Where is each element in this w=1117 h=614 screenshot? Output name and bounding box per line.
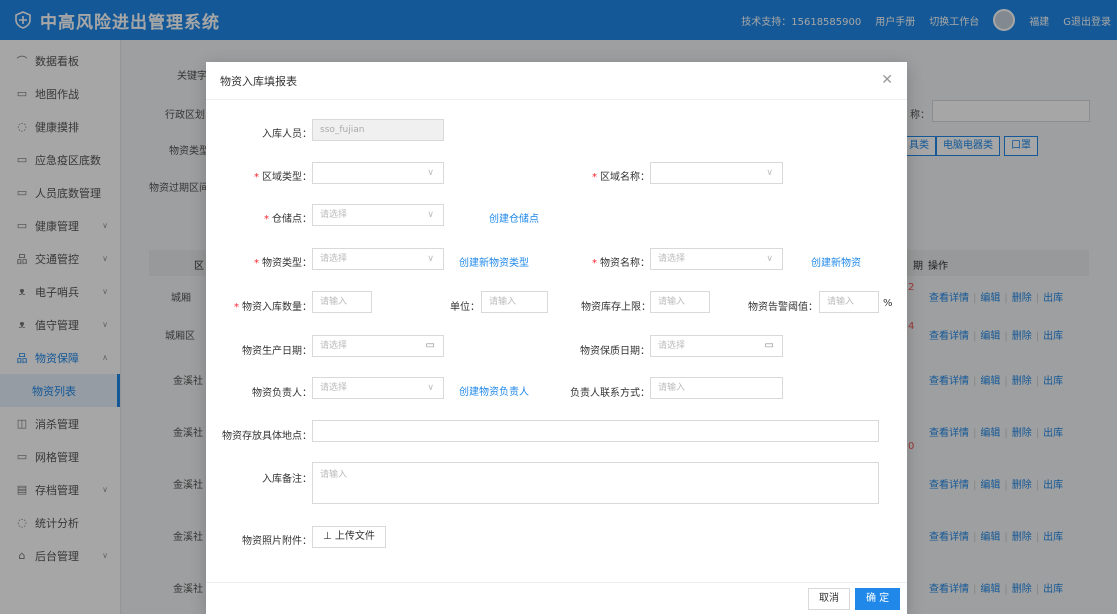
percent-sign: %: [883, 298, 893, 309]
shelf-date-picker[interactable]: 请选择 ▭: [650, 335, 783, 357]
remark-label: 入库备注：: [262, 474, 312, 485]
unit-label: 单位：: [450, 302, 480, 313]
dialog-footer: 取消 确 定: [206, 582, 907, 614]
material-name-select[interactable]: 请选择 ∨: [650, 248, 783, 270]
material-name-label: * 物资名称：: [592, 258, 650, 269]
zone-type-select[interactable]: ∨: [312, 162, 444, 184]
quantity-input[interactable]: 请输入: [312, 291, 372, 313]
chevron-down-icon: ∨: [766, 168, 773, 178]
contact-label: 负责人联系方式：: [570, 388, 650, 399]
create-material-type-link[interactable]: 创建新物资类型: [459, 254, 529, 269]
chevron-down-icon: ∨: [427, 254, 434, 264]
create-owner-link[interactable]: 创建物资负责人: [459, 383, 529, 398]
chevron-down-icon: ∨: [427, 168, 434, 178]
owner-select[interactable]: 请选择 ∨: [312, 377, 444, 399]
dialog-title: 物资入库填报表: [220, 74, 297, 88]
quantity-label: * 物资入库数量：: [234, 302, 312, 313]
alert-threshold-label: 物资告警阈值：: [748, 302, 818, 313]
upload-icon: ⊥: [323, 531, 335, 542]
zone-name-select[interactable]: ∨: [650, 162, 783, 184]
location-label: 物资存放具体地点：: [222, 431, 312, 442]
person-input: sso_fujian: [312, 119, 444, 141]
calendar-icon: ▭: [764, 340, 774, 351]
production-date-label: 物资生产日期：: [242, 346, 312, 357]
remark-textarea[interactable]: 请输入: [312, 462, 879, 504]
zone-name-label: * 区域名称：: [592, 172, 650, 183]
shelf-date-label: 物资保质日期：: [580, 346, 650, 357]
close-icon[interactable]: ✕: [881, 72, 893, 88]
create-material-link[interactable]: 创建新物资: [811, 254, 861, 269]
production-date-picker[interactable]: 请选择 ▭: [312, 335, 444, 357]
alert-threshold-input[interactable]: 请输入: [819, 291, 879, 313]
chevron-down-icon: ∨: [427, 210, 434, 220]
stock-in-dialog: 物资入库填报表 ✕ 入库人员： sso_fujian * 区域类型： ∨ * 区域名…: [206, 62, 907, 614]
create-warehouse-link[interactable]: 创建仓储点: [489, 210, 539, 225]
warehouse-label: * 仓储点：: [264, 214, 312, 225]
material-type-select[interactable]: 请选择 ∨: [312, 248, 444, 270]
calendar-icon: ▭: [425, 340, 435, 351]
zone-type-label: * 区域类型：: [254, 172, 312, 183]
upload-button[interactable]: ⊥ 上传文件: [312, 526, 386, 548]
material-type-label: * 物资类型：: [254, 258, 312, 269]
confirm-button[interactable]: 确 定: [855, 588, 901, 610]
location-input[interactable]: [312, 420, 879, 442]
photo-label: 物资照片附件：: [242, 536, 312, 547]
owner-label: 物资负责人：: [252, 388, 312, 399]
stock-max-input[interactable]: 请输入: [650, 291, 710, 313]
warehouse-select[interactable]: 请选择 ∨: [312, 204, 444, 226]
chevron-down-icon: ∨: [427, 383, 434, 393]
chevron-down-icon: ∨: [766, 254, 773, 264]
cancel-button[interactable]: 取消: [808, 588, 850, 610]
unit-input[interactable]: 请输入: [481, 291, 548, 313]
person-label: 入库人员：: [262, 129, 312, 140]
contact-input[interactable]: 请输入: [650, 377, 783, 399]
stock-max-label: 物资库存上限：: [581, 302, 651, 313]
